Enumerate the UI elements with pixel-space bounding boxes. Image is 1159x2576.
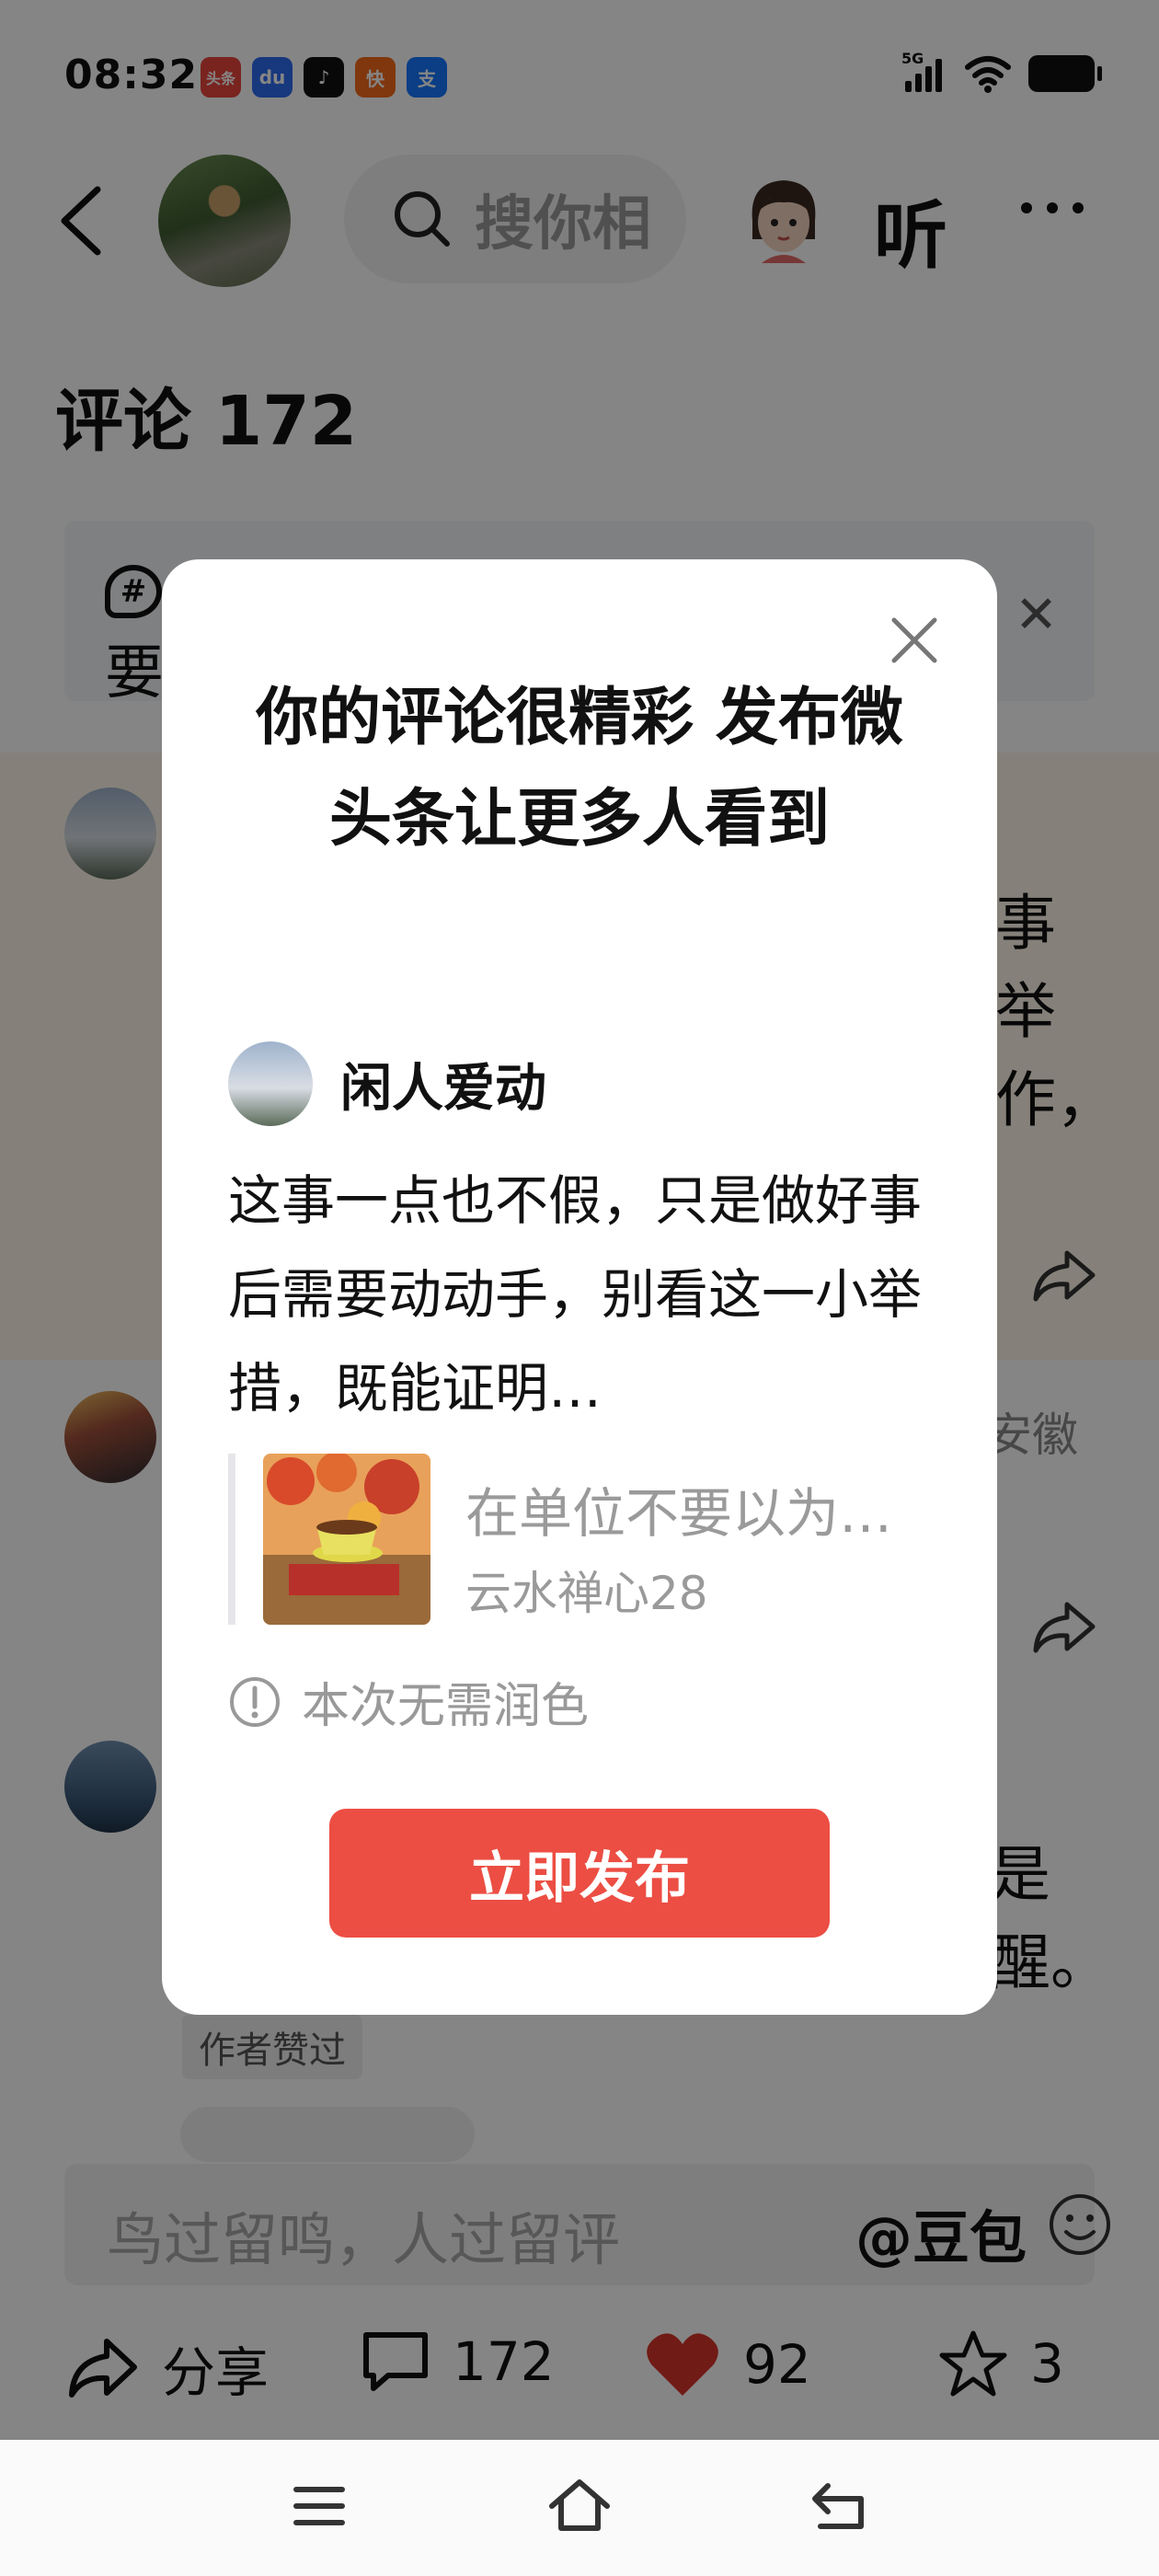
polish-tip: 本次无需润色 — [228, 1667, 589, 1736]
menu-icon[interactable] — [291, 2482, 348, 2530]
dialog-comment-text: 这事一点也不假，只是做好事后需要动动手，别看这一小举措，既能证明… — [228, 1169, 923, 1420]
dialog-author: 闲人爱动 — [228, 1041, 546, 1126]
dialog-author-avatar — [228, 1041, 313, 1126]
article-title: 在单位不要以为… — [465, 1482, 893, 1545]
return-icon[interactable] — [808, 2478, 870, 2534]
info-icon — [230, 1676, 280, 1727]
publish-now-button[interactable]: 立即发布 — [329, 1809, 830, 1938]
close-icon[interactable] — [887, 613, 942, 668]
dialog-title: 你的评论很精彩 发布微头条让更多人看到 — [256, 682, 903, 856]
publish-dialog: 你的评论很精彩 发布微头条让更多人看到 闲人爱动 这事一点也不假，只是做好事后需… — [162, 559, 997, 2015]
polish-tip-text: 本次无需润色 — [302, 1679, 590, 1734]
quoted-article[interactable]: 在单位不要以为… 云水禅心28 — [228, 1454, 936, 1625]
article-thumbnail — [263, 1454, 430, 1625]
article-source: 云水禅心28 — [465, 1567, 708, 1620]
dialog-author-name: 闲人爱动 — [340, 1058, 546, 1119]
home-icon[interactable] — [546, 2477, 613, 2534]
system-nav-bar — [0, 2440, 1159, 2576]
